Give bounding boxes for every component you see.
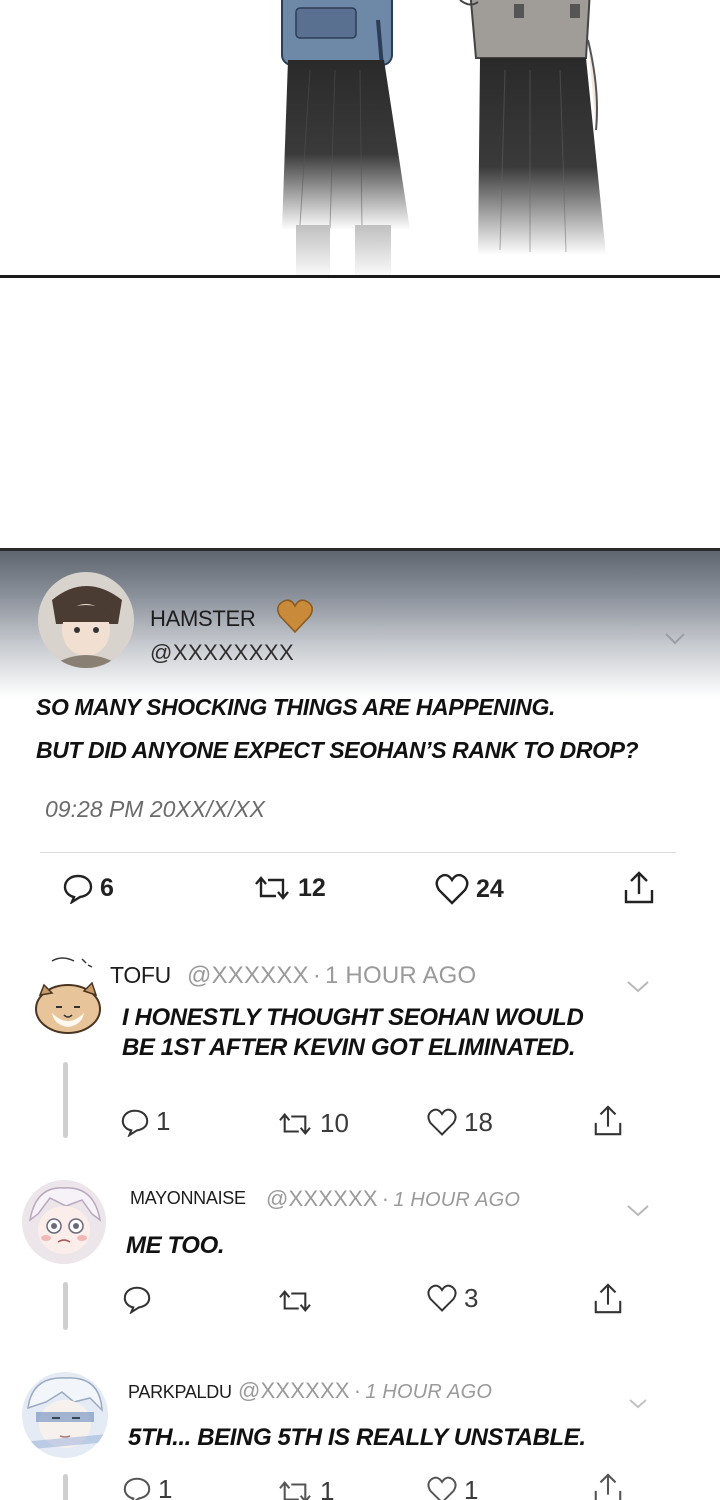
separator-dot: · — [353, 1378, 362, 1403]
thread-line — [63, 1474, 68, 1500]
chevron-down-icon[interactable] — [664, 632, 686, 646]
like-count: 3 — [464, 1282, 479, 1313]
reply-button[interactable]: 1 — [122, 1474, 172, 1500]
parkpaldu-body: 5TH... BEING 5TH IS REALLY UNSTABLE. — [128, 1424, 586, 1451]
tofu-body-line-2: BE 1ST AFTER KEVIN GOT ELIMINATED. — [122, 1034, 576, 1061]
share-icon — [592, 1282, 624, 1316]
like-count: 24 — [476, 874, 504, 903]
like-icon — [434, 872, 470, 906]
share-icon — [622, 870, 656, 906]
repost-button[interactable] — [276, 1286, 320, 1316]
share-button[interactable] — [592, 1282, 624, 1316]
parkpaldu-time: 1 HOUR AGO — [365, 1381, 493, 1403]
like-button[interactable]: 3 — [426, 1282, 478, 1314]
share-button[interactable] — [592, 1472, 624, 1500]
share-icon — [592, 1472, 624, 1500]
post-body-line-1: SO MANY SHOCKING THINGS ARE HAPPENING. — [36, 694, 555, 720]
like-count: 1 — [464, 1474, 479, 1500]
comic-panel — [0, 0, 720, 278]
parkpaldu-meta: @XXXXXX · 1 HOUR AGO — [238, 1378, 492, 1404]
share-button[interactable] — [622, 870, 656, 906]
heart-emoji-icon — [276, 598, 314, 639]
parkpaldu-name[interactable]: PARKPALDU — [128, 1382, 232, 1403]
repost-icon — [252, 872, 292, 904]
comic-illustration — [281, 0, 606, 275]
post-divider — [40, 852, 676, 853]
repost-button[interactable]: 12 — [252, 872, 326, 904]
repost-button[interactable]: 1 — [276, 1476, 334, 1500]
reply-count: 1 — [158, 1474, 173, 1500]
like-button[interactable]: 18 — [426, 1106, 493, 1138]
hamster-avatar[interactable] — [38, 572, 134, 668]
post-author-name[interactable]: HAMSTER — [150, 606, 256, 632]
repost-icon — [276, 1286, 314, 1316]
reply-button[interactable] — [122, 1284, 158, 1314]
mayonnaise-name[interactable]: MAYONNAISE — [130, 1188, 246, 1209]
tofu-handle[interactable]: @XXXXXX — [187, 962, 309, 989]
reply-icon — [122, 1475, 152, 1500]
separator-dot: · — [312, 962, 322, 989]
tofu-body-line-1: I HONESTLY THOUGHT SEOHAN WOULD — [122, 1004, 584, 1031]
separator-dot: · — [381, 1186, 390, 1211]
reply-button[interactable]: 1 — [120, 1106, 170, 1137]
reply-icon — [122, 1284, 152, 1314]
reply-icon — [120, 1107, 150, 1137]
thread-line — [63, 1282, 68, 1330]
parkpaldu-avatar[interactable] — [22, 1372, 108, 1458]
post-body-line-2: BUT DID ANYONE EXPECT SEOHAN’S RANK TO D… — [36, 737, 639, 763]
like-button[interactable]: 24 — [434, 872, 504, 906]
mayonnaise-time: 1 HOUR AGO — [393, 1189, 521, 1211]
repost-button[interactable]: 10 — [276, 1108, 349, 1139]
post-author-handle[interactable]: @XXXXXXXX — [150, 640, 294, 666]
like-icon — [426, 1282, 458, 1314]
post-timestamp: 09:28 PM 20XX/X/XX — [45, 796, 265, 822]
tofu-time: 1 HOUR AGO — [325, 962, 477, 989]
thread-line — [63, 1062, 68, 1138]
like-icon — [426, 1106, 458, 1138]
tofu-meta: @XXXXXX · 1 HOUR AGO — [187, 962, 476, 990]
reply-count: 6 — [100, 873, 114, 902]
repost-count: 10 — [320, 1108, 349, 1138]
reply-count: 1 — [156, 1106, 171, 1136]
reply-button[interactable]: 6 — [62, 872, 114, 904]
repost-count: 12 — [298, 873, 326, 902]
tofu-name[interactable]: TOFU — [110, 962, 171, 989]
mayonnaise-meta: @XXXXXX · 1 HOUR AGO — [266, 1186, 520, 1212]
tofu-avatar[interactable] — [22, 955, 108, 1041]
repost-icon — [276, 1477, 314, 1500]
parkpaldu-handle[interactable]: @XXXXXX — [238, 1378, 350, 1403]
repost-icon — [276, 1109, 314, 1139]
chevron-down-icon[interactable] — [628, 1398, 650, 1412]
chevron-down-icon[interactable] — [626, 1204, 649, 1218]
like-icon — [426, 1474, 458, 1500]
share-button[interactable] — [592, 1104, 624, 1138]
like-button[interactable]: 1 — [426, 1474, 478, 1500]
mayonnaise-body: ME TOO. — [126, 1232, 225, 1259]
reply-icon — [62, 872, 94, 904]
mayonnaise-handle[interactable]: @XXXXXX — [266, 1186, 378, 1211]
repost-count: 1 — [320, 1476, 335, 1500]
chevron-down-icon[interactable] — [626, 980, 649, 994]
like-count: 18 — [464, 1106, 493, 1137]
mayonnaise-avatar[interactable] — [22, 1180, 106, 1264]
share-icon — [592, 1104, 624, 1138]
